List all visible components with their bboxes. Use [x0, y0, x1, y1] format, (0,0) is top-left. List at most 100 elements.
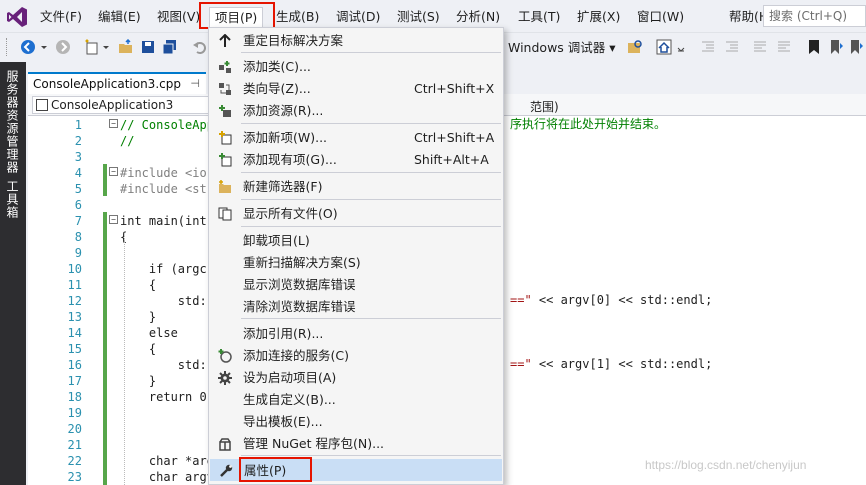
- document-tab[interactable]: ConsoleApplication3.cpp ⊣: [28, 72, 206, 94]
- pin-icon[interactable]: ⊣: [190, 74, 200, 94]
- line-number: 21: [67, 438, 82, 452]
- open-folder-icon[interactable]: [118, 39, 134, 55]
- back-icon[interactable]: [20, 39, 36, 55]
- menu-file[interactable]: 文件(F): [35, 7, 87, 27]
- add-resource-icon: [217, 104, 232, 118]
- menu-item[interactable]: 新建筛选器(F): [210, 176, 502, 198]
- code-line: }: [120, 310, 157, 324]
- menu-item-shortcut: Ctrl+Shift+A: [414, 130, 495, 145]
- server-explorer-tab[interactable]: 服务器资源管理器: [4, 70, 21, 174]
- save-all-icon[interactable]: [162, 39, 178, 55]
- line-number-gutter: 1 2 3 4 5 6 7 8 9 10 11 12 13 14 15 16 17 18 19 20 21 22 23: [28, 116, 88, 485]
- code-line: //: [120, 134, 135, 148]
- code-line: #include <str: [120, 182, 214, 196]
- collapse-toggle[interactable]: −: [109, 167, 118, 176]
- menu-tools[interactable]: 工具(T): [513, 7, 565, 27]
- menu-item-label: 卸载项目(L): [243, 233, 310, 248]
- line-number: 20: [67, 422, 82, 436]
- change-marker: [103, 212, 107, 485]
- line-number: 11: [67, 278, 82, 292]
- line-number: 15: [67, 342, 82, 356]
- menu-item[interactable]: 重定目标解决方案: [210, 30, 502, 52]
- menu-edit[interactable]: 编辑(E): [93, 7, 146, 27]
- code-fragment: ==" << argv[0] << std::endl;: [510, 292, 712, 308]
- menu-debug[interactable]: 调试(D): [331, 7, 385, 27]
- menu-item[interactable]: 清除浏览数据库错误: [210, 296, 502, 318]
- menu-item-label: 显示所有文件(O): [243, 206, 338, 221]
- line-number: 10: [67, 262, 82, 276]
- home-icon[interactable]: [656, 39, 672, 55]
- menu-separator: [241, 226, 501, 227]
- menu-item[interactable]: 添加新项(W)... Ctrl+Shift+A: [210, 127, 502, 149]
- comment-icon[interactable]: [752, 39, 768, 55]
- project-dropdown[interactable]: ConsoleApplication3: [32, 96, 210, 114]
- line-number: 9: [74, 246, 82, 260]
- code-line: if (argc: [120, 262, 207, 276]
- code-string: ==": [510, 293, 532, 307]
- save-icon[interactable]: [140, 39, 156, 55]
- menu-item[interactable]: 导出模板(E)...: [210, 411, 502, 433]
- menu-item[interactable]: 类向导(Z)... Ctrl+Shift+X: [210, 78, 502, 100]
- menu-item[interactable]: 添加引用(R)...: [210, 323, 502, 345]
- line-number: 16: [67, 358, 82, 372]
- line-number: 2: [74, 134, 82, 148]
- menu-item[interactable]: 添加资源(R)...: [210, 100, 502, 122]
- toolbox-tab[interactable]: 工具箱: [4, 180, 21, 219]
- code-line: }: [120, 374, 157, 388]
- menu-extensions[interactable]: 扩展(X): [572, 7, 625, 27]
- toolbar-grip[interactable]: [6, 38, 10, 56]
- add-new-item-icon: [217, 131, 232, 145]
- menu-item[interactable]: 显示所有文件(O): [210, 203, 502, 225]
- bookmark-prev-icon[interactable]: [828, 39, 844, 55]
- menu-item-label: 添加新项(W)...: [243, 130, 328, 145]
- menu-test[interactable]: 测试(S): [392, 7, 445, 27]
- line-number: 13: [67, 310, 82, 324]
- new-dropdown-icon[interactable]: [102, 39, 110, 55]
- menu-item[interactable]: 设为启动项目(A): [210, 367, 502, 389]
- menu-separator: [241, 455, 501, 456]
- uncomment-icon[interactable]: [776, 39, 792, 55]
- menu-item-label: 显示浏览数据库错误: [243, 277, 356, 292]
- menu-item-shortcut: Ctrl+Shift+X: [414, 81, 495, 96]
- menu-view[interactable]: 视图(V): [152, 7, 205, 27]
- show-all-files-icon: [217, 207, 232, 221]
- find-in-files-icon[interactable]: [627, 39, 643, 55]
- nuget-icon: [217, 437, 232, 451]
- menu-item[interactable]: 管理 NuGet 程序包(N)...: [210, 433, 502, 455]
- menu-build[interactable]: 生成(B): [271, 7, 324, 27]
- bookmark-next-icon[interactable]: [848, 39, 864, 55]
- menu-separator: [241, 199, 501, 200]
- new-filter-icon: [217, 180, 232, 194]
- code-line: {: [120, 342, 157, 356]
- search-box[interactable]: 搜索 (Ctrl+Q): [763, 5, 866, 27]
- add-existing-item-icon: [217, 153, 232, 167]
- menu-item[interactable]: 卸载项目(L): [210, 230, 502, 252]
- menu-item[interactable]: 添加现有项(G)... Shift+Alt+A: [210, 149, 502, 171]
- outdent-icon[interactable]: [700, 39, 716, 55]
- indent-icon[interactable]: [724, 39, 740, 55]
- home-dropdown-icon[interactable]: [676, 39, 686, 55]
- menu-item-label: 添加连接的服务(C): [243, 348, 349, 363]
- back-dropdown-icon[interactable]: [40, 39, 48, 55]
- menu-analyze[interactable]: 分析(N): [451, 7, 505, 27]
- undo-icon[interactable]: [192, 39, 208, 55]
- collapse-toggle[interactable]: −: [109, 119, 118, 128]
- menu-item[interactable]: 重新扫描解决方案(S): [210, 252, 502, 274]
- forward-icon[interactable]: [55, 39, 71, 55]
- code-line: char *arg: [120, 454, 214, 468]
- collapse-toggle[interactable]: −: [109, 215, 118, 224]
- menu-item[interactable]: 显示浏览数据库错误: [210, 274, 502, 296]
- wrench-icon: [218, 464, 233, 478]
- menu-window[interactable]: 窗口(W): [632, 7, 689, 27]
- bookmark-icon[interactable]: [806, 39, 822, 55]
- line-number: 14: [67, 326, 82, 340]
- menu-item[interactable]: 添加类(C)...: [210, 56, 502, 78]
- project-menu-callout: [199, 2, 275, 29]
- code-fragment: 序执行将在此处开始并结束。: [510, 117, 667, 131]
- menu-item[interactable]: 生成自定义(B)...: [210, 389, 502, 411]
- new-project-icon[interactable]: [84, 39, 100, 55]
- debug-target-dropdown[interactable]: Windows 调试器 ▾: [508, 37, 616, 59]
- menu-item[interactable]: 添加连接的服务(C): [210, 345, 502, 367]
- scope-dropdown[interactable]: 范围): [530, 98, 559, 115]
- left-tool-strip: 服务器资源管理器 工具箱: [0, 62, 26, 485]
